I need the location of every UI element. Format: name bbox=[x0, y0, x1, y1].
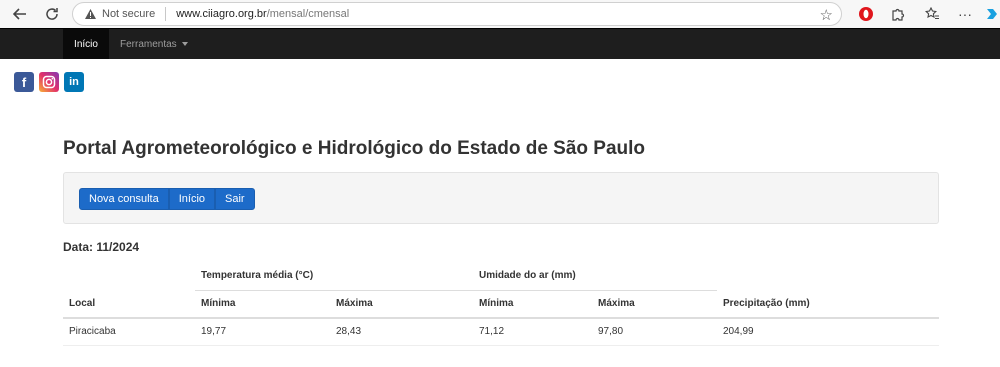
address-divider bbox=[165, 7, 167, 21]
linkedin-icon[interactable]: in bbox=[64, 72, 84, 92]
facebook-icon[interactable]: f bbox=[14, 72, 34, 92]
nav-tools-dropdown[interactable]: Ferramentas bbox=[120, 29, 188, 59]
table-group-empty bbox=[717, 262, 939, 290]
table-header-row: Local Mínima Máxima Mínima Máxima Precip… bbox=[63, 290, 939, 319]
back-icon[interactable] bbox=[6, 0, 34, 28]
weather-table: Temperatura média (°C) Umidade do ar (mm… bbox=[63, 262, 939, 346]
site-navbar: Início Ferramentas bbox=[0, 28, 1000, 59]
cell-temp-min: 19,77 bbox=[195, 318, 330, 346]
col-hum-max-header: Máxima bbox=[592, 290, 717, 319]
actions-panel: Nova consulta Início Sair bbox=[63, 172, 939, 224]
url-host: www.ciiagro.org.br bbox=[176, 8, 267, 20]
url-path: /mensal/cmensal bbox=[266, 8, 350, 20]
nav-home-link[interactable]: Início bbox=[63, 29, 109, 59]
nav-tools-label: Ferramentas bbox=[120, 38, 177, 50]
opera-extension-icon[interactable] bbox=[856, 4, 876, 24]
cell-hum-max: 97,80 bbox=[592, 318, 717, 346]
col-temp-max-header: Máxima bbox=[330, 290, 473, 319]
address-bar[interactable]: Not secure www.ciiagro.org.br/mensal/cme… bbox=[72, 2, 842, 26]
action-button-group: Nova consulta Início Sair bbox=[79, 188, 255, 210]
report-date: Data: 11/2024 bbox=[63, 240, 140, 254]
table-row: Piracicaba 19,77 28,43 71,12 97,80 204,9… bbox=[63, 318, 939, 346]
col-temp-min-header: Mínima bbox=[195, 290, 330, 319]
cell-temp-max: 28,43 bbox=[330, 318, 473, 346]
col-hum-min-header: Mínima bbox=[473, 290, 592, 319]
new-query-button[interactable]: Nova consulta bbox=[79, 188, 169, 210]
security-label[interactable]: Not secure bbox=[102, 8, 155, 20]
instagram-icon[interactable] bbox=[39, 72, 59, 92]
favorite-star-icon[interactable]: ☆ bbox=[820, 6, 833, 24]
more-menu-icon[interactable]: ··· bbox=[955, 4, 975, 24]
page-title: Portal Agrometeorológico e Hidrológico d… bbox=[63, 138, 646, 159]
refresh-icon[interactable] bbox=[38, 0, 66, 28]
col-precip-header: Precipitação (mm) bbox=[717, 290, 939, 319]
warning-icon bbox=[83, 7, 97, 21]
col-local-header: Local bbox=[63, 290, 195, 319]
browser-toolbar: Not secure www.ciiagro.org.br/mensal/cme… bbox=[0, 0, 1000, 28]
caret-down-icon bbox=[181, 42, 188, 46]
cell-local: Piracicaba bbox=[63, 318, 195, 346]
table-group-header-row: Temperatura média (°C) Umidade do ar (mm… bbox=[63, 262, 939, 291]
cell-hum-min: 71,12 bbox=[473, 318, 592, 346]
humidity-group-header: Umidade do ar (mm) bbox=[473, 262, 717, 291]
home-button[interactable]: Início bbox=[168, 188, 216, 210]
favorites-icon[interactable] bbox=[922, 4, 942, 24]
copilot-icon[interactable] bbox=[982, 4, 1000, 24]
exit-button[interactable]: Sair bbox=[215, 188, 255, 210]
cell-precip: 204,99 bbox=[717, 318, 939, 346]
puzzle-extensions-icon[interactable] bbox=[888, 4, 908, 24]
social-links: f in bbox=[14, 72, 84, 92]
temperature-group-header: Temperatura média (°C) bbox=[195, 262, 473, 291]
table-group-empty bbox=[63, 262, 195, 290]
